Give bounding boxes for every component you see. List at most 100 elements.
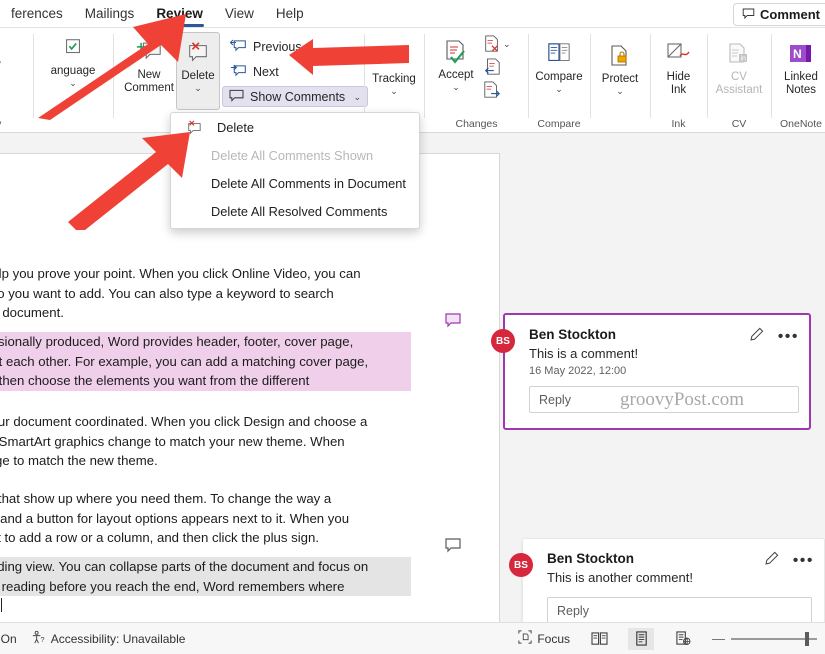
- delete-comment-button[interactable]: Delete ⌄: [176, 32, 220, 110]
- svg-text:N: N: [793, 47, 802, 61]
- document-paragraph: ons that show up where you need them. To…: [0, 489, 413, 548]
- show-comments-icon: [229, 89, 244, 105]
- reply-input[interactable]: Reply groovyPost.com: [529, 386, 799, 413]
- next-comment-label: Next: [253, 64, 279, 79]
- reply-placeholder: Reply: [557, 603, 589, 618]
- ribbon-group-label-accessibility: lity: [0, 118, 30, 130]
- text-cursor: [1, 598, 3, 612]
- web-layout-view-icon[interactable]: [670, 628, 696, 650]
- chevron-down-icon[interactable]: ⌄: [390, 86, 398, 96]
- reject-change-button[interactable]: [483, 34, 501, 59]
- status-bar: ions: On ? Accessibility: Unavailable: [0, 622, 825, 654]
- edit-pencil-icon[interactable]: [764, 551, 779, 571]
- tab-view[interactable]: View: [214, 0, 265, 28]
- next-comment-icon: [230, 63, 247, 81]
- print-layout-view-icon[interactable]: [628, 627, 654, 650]
- new-comment-button[interactable]: New Comment: [118, 32, 180, 94]
- zoom-slider-track[interactable]: [731, 631, 817, 646]
- comment-anchor-icon[interactable]: [445, 538, 461, 558]
- language-icon: [58, 34, 88, 62]
- read-mode-view-icon[interactable]: [586, 628, 612, 650]
- linked-notes-button[interactable]: N Linked Notes: [772, 34, 825, 96]
- document-line: and SmartArt graphics change to match yo…: [0, 433, 345, 449]
- menu-item-delete-all-in-document[interactable]: Delete All Comments in Document: [171, 169, 419, 197]
- tab-mailings[interactable]: Mailings: [74, 0, 146, 28]
- more-options-icon[interactable]: •••: [778, 329, 799, 345]
- focus-label: Focus: [537, 631, 570, 646]
- edit-pencil-icon[interactable]: [749, 327, 764, 347]
- show-comments-button[interactable]: Show Comments ⌄: [222, 86, 368, 107]
- next-comment-button[interactable]: Next: [226, 61, 283, 82]
- menu-item-delete-all-resolved[interactable]: Delete All Resolved Comments: [171, 197, 419, 225]
- status-bar-right: Focus —: [518, 627, 817, 650]
- tab-help[interactable]: Help: [265, 0, 315, 28]
- zoom-out-button[interactable]: —: [712, 631, 725, 646]
- protect-label: Protect: [601, 73, 639, 85]
- accept-change-icon: [441, 38, 471, 66]
- document-line: hange to match the new theme.: [0, 453, 158, 468]
- comments-pane: BS Ben Stockton This is a comment! 16 Ma…: [491, 133, 825, 633]
- hide-ink-button[interactable]: Hide Ink: [650, 34, 708, 96]
- ribbon-group-label-onenote: OneNote: [779, 118, 823, 130]
- language-button[interactable]: anguage ⌄: [34, 28, 112, 88]
- ribbon-group-label-changes: Changes: [455, 118, 498, 130]
- document-paragraph: o your document coordinated. When you cl…: [0, 412, 413, 471]
- check-accessibility-button[interactable]: ity ⌄: [0, 50, 24, 82]
- next-change-button[interactable]: [483, 80, 501, 105]
- tab-review[interactable]: Review: [145, 0, 214, 28]
- status-text[interactable]: ions: On: [0, 632, 17, 646]
- zoom-slider[interactable]: —: [712, 631, 817, 646]
- show-comments-label: Show Comments: [250, 89, 346, 104]
- document-line: o your document coordinated. When you cl…: [0, 414, 368, 429]
- zoom-slider-thumb[interactable]: [805, 631, 809, 646]
- ribbon-group-protect: Protect ⌄: [591, 28, 649, 133]
- comment-card[interactable]: BS Ben Stockton This is a comment! 16 Ma…: [491, 313, 811, 430]
- menu-item-delete[interactable]: Delete: [171, 113, 419, 141]
- ribbon-group-accessibility: ity ⌄ lity: [0, 28, 30, 133]
- comment-bubble-icon: [742, 7, 755, 23]
- chevron-down-icon[interactable]: ⌄: [616, 86, 624, 96]
- linked-notes-label: Linked Notes: [784, 71, 818, 96]
- compare-label: Compare: [535, 71, 583, 83]
- comment-text: This is a comment!: [529, 346, 639, 361]
- chevron-down-icon[interactable]: ⌄: [555, 84, 563, 94]
- accept-change-button[interactable]: Accept ⌄: [427, 32, 485, 92]
- svg-text:in: in: [741, 56, 747, 63]
- ribbon-tab-strip: ferences Mailings Review View Help Comme…: [0, 0, 825, 28]
- comments-button-label: Comment: [760, 7, 820, 22]
- ribbon-group-cv: in CV Assistant CV: [708, 28, 770, 133]
- tracking-button[interactable]: Tracking ⌄: [365, 36, 423, 96]
- comment-anchor-icon-selected[interactable]: [445, 313, 461, 333]
- chevron-down-icon[interactable]: ⌄: [194, 83, 202, 93]
- hide-ink-label: Hide Ink: [666, 71, 691, 96]
- ribbon-group-compare: Compare ⌄ Compare: [529, 28, 589, 133]
- watermark: groovyPost.com: [620, 388, 745, 410]
- chevron-down-icon[interactable]: ⌄: [353, 92, 361, 102]
- onenote-icon: N: [786, 40, 816, 68]
- ribbon-group-label-ink: Ink: [671, 118, 686, 130]
- document-line: ofessionally produced, Word provides hea…: [0, 332, 411, 352]
- accessibility-status[interactable]: Accessibility: Unavailable: [51, 632, 186, 646]
- comment-card[interactable]: BS Ben Stockton This is another comment!…: [509, 538, 825, 633]
- svg-text:?: ?: [40, 635, 44, 644]
- reply-input[interactable]: Reply: [547, 597, 812, 624]
- more-options-icon[interactable]: •••: [793, 553, 814, 569]
- cv-assistant-button[interactable]: in CV Assistant: [710, 34, 768, 96]
- previous-comment-button[interactable]: Previous: [226, 36, 306, 57]
- document-line: ment each other. For example, you can ad…: [0, 351, 411, 371]
- comments-button[interactable]: Comment: [733, 3, 825, 26]
- focus-button[interactable]: Focus: [518, 630, 570, 647]
- document-paragraph: o help you prove your point. When you cl…: [0, 264, 413, 323]
- tracking-label: Tracking: [372, 73, 416, 85]
- tab-references[interactable]: ferences: [0, 0, 74, 28]
- check-accessibility-label: ity: [0, 59, 1, 72]
- previous-change-button[interactable]: [483, 57, 501, 82]
- protect-button[interactable]: Protect ⌄: [591, 36, 649, 96]
- document-line: o help you prove your point. When you cl…: [0, 266, 361, 281]
- menu-item-label: Delete: [217, 119, 254, 135]
- comment-actions: •••: [749, 327, 799, 347]
- chevron-down-icon[interactable]: ⌄: [69, 78, 77, 88]
- chevron-down-icon[interactable]: ⌄: [452, 82, 460, 92]
- chevron-down-icon[interactable]: ⌄: [503, 40, 511, 49]
- compare-button[interactable]: Compare ⌄: [530, 34, 588, 94]
